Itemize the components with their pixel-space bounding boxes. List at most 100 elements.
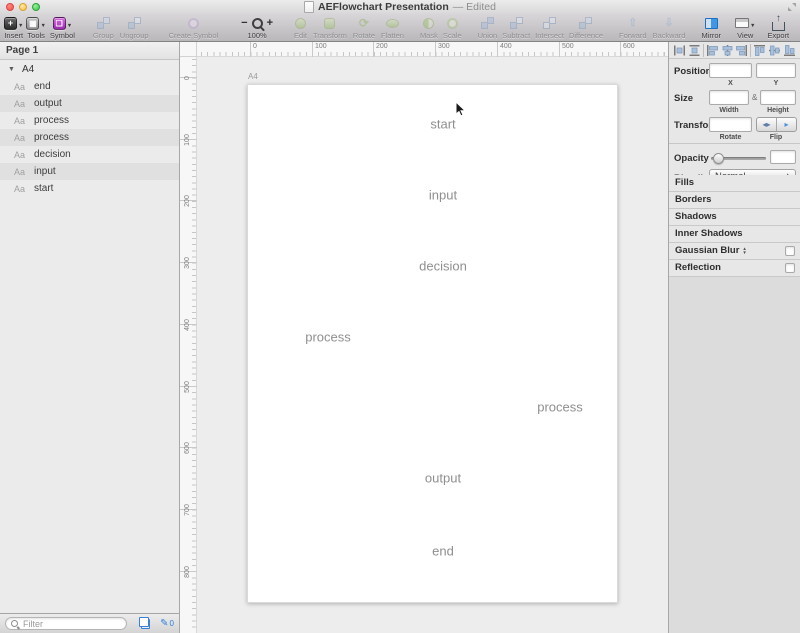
layers-sidebar: Page 1 ▼ A4 Aa end Aa output Aa process … [0,42,180,633]
distribute-vertically-icon[interactable] [688,44,701,57]
edited-badge: — Edited [453,1,496,13]
canvas-text-decision[interactable]: decision [419,259,467,274]
section-shadows[interactable]: Shadows [669,209,800,226]
canvas-area[interactable]: 0 100 200 300 400 500 600 0 100 200 300 … [180,42,668,633]
canvas-text-input[interactable]: input [429,188,457,203]
layer-row-input[interactable]: Aa input [0,163,179,180]
flip-vertical-button[interactable]: ▸ [776,118,796,131]
vertical-ruler: 0 100 200 300 400 500 600 700 800 [180,57,197,633]
canvas-text-output[interactable]: output [425,471,461,486]
layer-row-process[interactable]: Aa process [0,112,179,129]
ruler-mark: 200 [180,200,197,201]
pencil-icon[interactable]: ✎ [160,619,168,629]
flatten-button[interactable]: Flatten [381,15,404,40]
create-symbol-button[interactable]: Create Symbol [169,15,219,40]
layer-row-process[interactable]: Aa process [0,129,179,146]
filter-field[interactable] [5,617,127,630]
zoom-out-button[interactable]: − [238,16,250,30]
insert-button[interactable]: +▼ Insert [4,15,23,40]
document-title: AEFlowchart Presentation [318,1,449,13]
align-center-horizontal-icon[interactable] [721,44,734,57]
width-field[interactable] [709,90,749,105]
edit-button[interactable]: Edit [294,15,307,40]
flip-horizontal-button[interactable]: ◂▸ [757,118,776,131]
opacity-slider-knob[interactable] [713,153,724,164]
reflection-checkbox[interactable] [785,263,795,273]
canvas-text-start[interactable]: start [430,117,455,132]
gaussian-blur-checkbox[interactable] [785,246,795,256]
disclosure-triangle-icon[interactable]: ▼ [8,66,15,73]
backward-button[interactable]: ⇩ Backward [653,15,686,40]
divider [669,143,800,144]
mirror-button[interactable]: Mirror [701,15,721,40]
canvas-text-end[interactable]: end [432,544,454,559]
union-icon [481,17,494,29]
window-title: AEFlowchart Presentation — Edited [0,0,800,14]
canvas[interactable]: A4 start input decision process process … [197,57,668,633]
pages-toggle-icon[interactable] [141,619,151,629]
rotate-field[interactable] [709,117,752,132]
align-top-icon[interactable] [753,44,766,57]
scale-icon [447,18,458,29]
artboard-a4[interactable] [247,84,618,603]
layer-row-decision[interactable]: Aa decision [0,146,179,163]
artboard-title[interactable]: A4 [248,72,258,81]
transform-button[interactable]: Transform [313,15,347,40]
section-fills[interactable]: Fills [669,175,800,192]
align-bottom-icon[interactable] [783,44,796,57]
ruler-mark: 100 [312,42,327,57]
align-middle-vertical-icon[interactable] [768,44,781,57]
view-button[interactable]: ▼ View [735,15,755,40]
fullscreen-icon[interactable] [788,3,796,11]
canvas-text-process[interactable]: process [537,400,583,415]
subtract-button[interactable]: Subtract [502,15,530,40]
canvas-text-process[interactable]: process [305,330,351,345]
align-right-icon[interactable] [735,44,748,57]
ruler-mark: 100 [180,139,197,140]
position-y-field[interactable] [756,63,796,78]
distribute-horizontally-icon[interactable] [673,44,686,57]
subtract-icon [510,17,523,29]
section-borders[interactable]: Borders [669,192,800,209]
text-layer-icon: Aa [14,82,28,92]
position-x-field[interactable] [709,63,752,78]
forward-button[interactable]: ⇧ Forward [619,15,647,40]
y-axis-label: Y [756,80,796,87]
height-field[interactable] [760,90,796,105]
title-bar: AEFlowchart Presentation — Edited [0,0,800,15]
intersect-button[interactable]: Intersect [535,15,564,40]
mouse-cursor-icon [455,102,467,118]
ruler-mark: 400 [180,324,197,325]
ungroup-button[interactable]: Ungroup [120,15,149,40]
difference-button[interactable]: Difference [569,15,603,40]
size-label: Size [674,93,693,104]
layer-row-end[interactable]: Aa end [0,78,179,95]
opacity-value-field[interactable] [770,150,796,164]
layer-row-output[interactable]: Aa output [0,95,179,112]
text-layer-icon: Aa [14,116,28,126]
symbol-button[interactable]: ❑▼ Symbol [50,15,75,40]
scale-button[interactable]: Scale [443,15,462,40]
section-gaussian-blur[interactable]: Gaussian Blur ▲▼ [669,243,800,260]
artboard-group-row[interactable]: ▼ A4 [0,60,179,78]
flip-segmented-control: ◂▸ ▸ [756,117,797,132]
toolbar: +▼ Insert ▦▼ Tools ❑▼ Symbol Group Ungro… [0,14,800,42]
layer-row-start[interactable]: Aa start [0,180,179,197]
export-button[interactable]: ↑ Export [767,15,789,40]
page-header[interactable]: Page 1 [0,42,179,60]
magnifier-icon [252,18,263,29]
section-inner-shadows[interactable]: Inner Shadows [669,226,800,243]
section-reflection[interactable]: Reflection [669,260,800,277]
constrain-proportions-icon[interactable]: & [752,93,757,102]
union-button[interactable]: Union [478,15,498,40]
width-axis-label: Width [709,107,749,114]
zoom-in-button[interactable]: + [264,16,276,30]
tools-button[interactable]: ▦▼ Tools [26,15,45,40]
filter-input[interactable] [21,618,125,630]
align-left-icon[interactable] [706,44,719,57]
inspector-panel: Position X Y Size & Width Height Transfo… [668,42,800,633]
rotate-button[interactable]: ⟳ Rotate [353,15,375,40]
export-icon: ↑ [772,22,785,31]
mask-button[interactable]: Mask [420,15,438,40]
group-button[interactable]: Group [93,15,114,40]
